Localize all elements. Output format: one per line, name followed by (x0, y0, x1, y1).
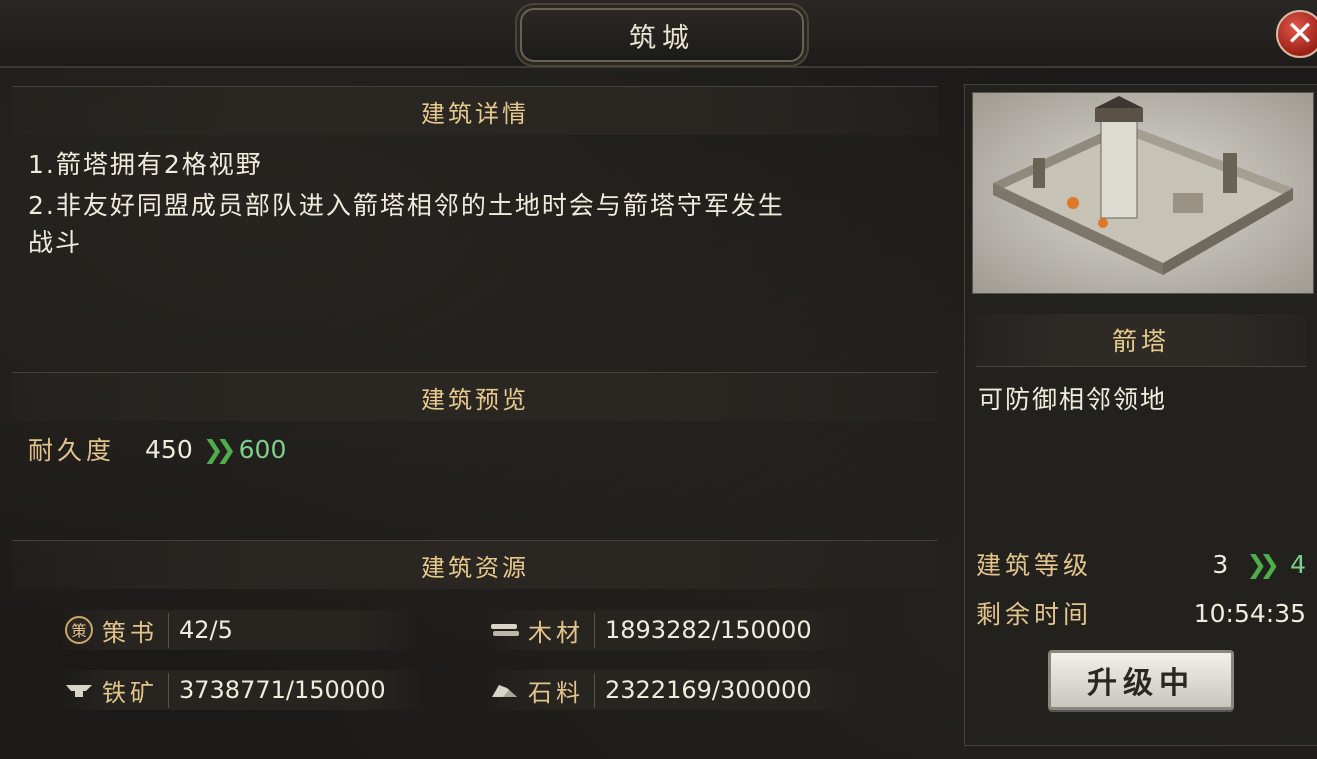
details-line-1: 1.箭塔拥有2格视野 (28, 150, 263, 179)
svg-text:策: 策 (71, 622, 86, 640)
resource-wood-value: 1893282/150000 (605, 616, 812, 644)
building-level-current: 3 (1212, 549, 1229, 579)
resources-header: 建筑资源 (12, 540, 938, 589)
resource-stone: 石料 2322169/300000 (488, 670, 858, 710)
building-level-label: 建筑等级 (976, 551, 1093, 580)
durability-current: 450 (145, 434, 193, 464)
remaining-time-label: 剩余时间 (976, 600, 1093, 629)
close-button[interactable]: ✕ (1276, 10, 1317, 58)
resource-iron-value: 3738771/150000 (179, 676, 386, 704)
building-name: 箭塔 (976, 314, 1306, 367)
upgrading-button[interactable]: 升级中 (1048, 650, 1234, 710)
resource-iron: 铁矿 3738771/150000 (62, 670, 422, 710)
resource-book: 策 策书 42/5 (62, 610, 412, 650)
level-arrow-icon: ❯❯ (1246, 549, 1280, 579)
resource-iron-label: 铁矿 (102, 672, 169, 708)
building-image (972, 92, 1314, 294)
iron-ore-icon (62, 675, 96, 705)
wood-icon (488, 615, 522, 645)
remaining-time-value: 10:54:35 (1193, 598, 1306, 628)
upgrade-arrow-icon: ❯❯ (202, 434, 237, 464)
durability-next: 600 (238, 434, 287, 464)
building-description: 可防御相邻领地 (978, 385, 1168, 414)
resource-wood-label: 木材 (528, 612, 595, 648)
durability-row: 耐久度 450 ❯❯ 600 (28, 430, 286, 468)
resource-stone-value: 2322169/300000 (605, 676, 812, 704)
resource-book-label: 策书 (102, 612, 169, 648)
resource-stone-label: 石料 (528, 672, 595, 708)
durability-label: 耐久度 (28, 436, 116, 465)
building-level-next: 4 (1290, 549, 1306, 579)
resource-book-value: 42/5 (179, 616, 233, 644)
details-header: 建筑详情 (12, 86, 938, 135)
stone-icon (488, 675, 522, 705)
details-line-2: 2.非友好同盟成员部队进入箭塔相邻的土地时会与箭塔守军发生 (28, 191, 785, 220)
details-line-3: 战斗 (28, 228, 83, 257)
resource-wood: 木材 1893282/150000 (488, 610, 848, 650)
preview-header: 建筑预览 (12, 372, 938, 421)
building-level-row: 建筑等级 3 ❯❯ 4 (976, 544, 1306, 584)
book-icon: 策 (62, 615, 96, 645)
dialog-title: 筑城 (520, 8, 804, 62)
remaining-time-row: 剩余时间 10:54:35 (976, 593, 1306, 633)
